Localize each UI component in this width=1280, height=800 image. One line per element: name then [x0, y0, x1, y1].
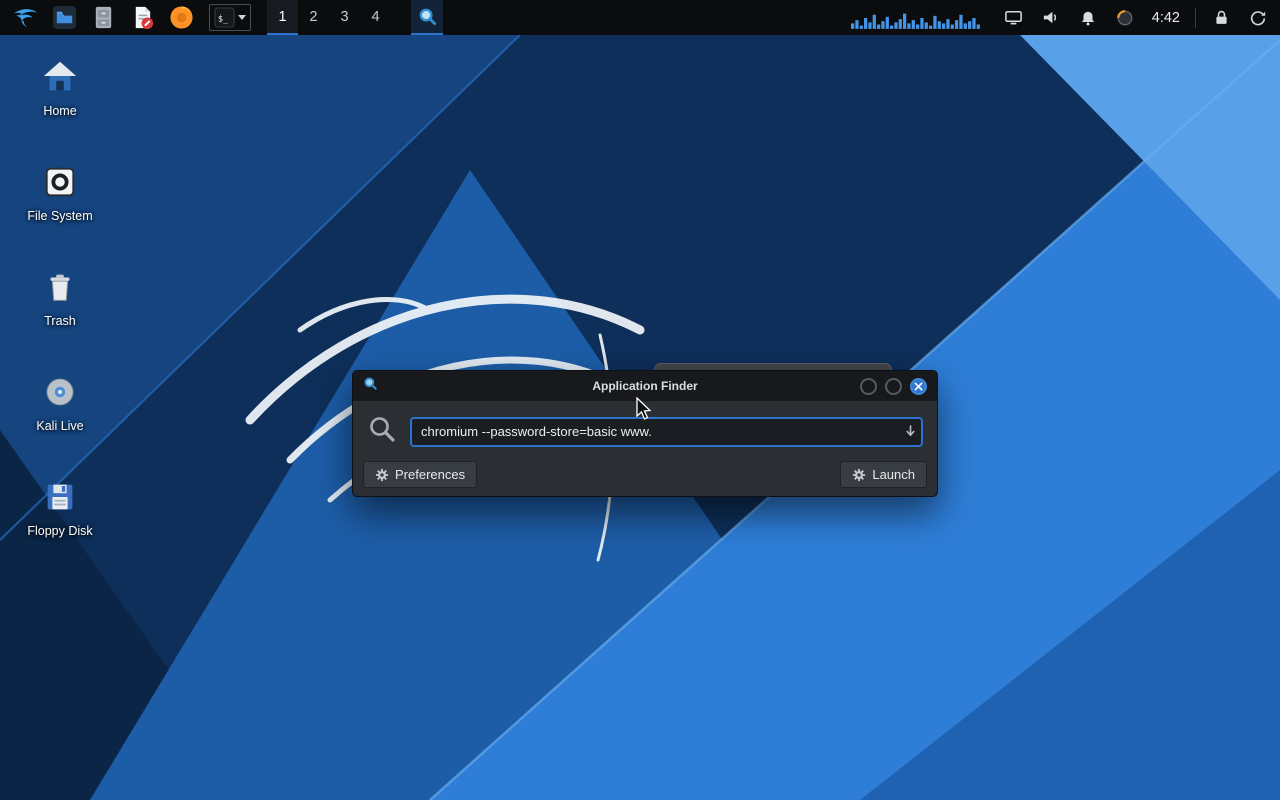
top-panel: $_ 1 2 3 4 4:42 — [0, 0, 1280, 35]
power-manager-icon[interactable] — [1113, 6, 1137, 30]
application-finder-window: Application Finder chromium --password-s… — [352, 370, 938, 497]
workspace-pager: 1 2 3 4 — [267, 0, 391, 35]
panel-launchers: $_ — [10, 1, 251, 34]
panel-separator — [1195, 7, 1196, 28]
floppy-icon — [40, 477, 80, 517]
chevron-down-icon — [238, 15, 246, 20]
terminal-launcher[interactable]: $_ — [209, 4, 251, 31]
terminal-icon: $_ — [214, 7, 235, 28]
kali-menu-icon[interactable] — [10, 1, 40, 34]
disc-icon — [40, 372, 80, 412]
text-editor-icon[interactable] — [127, 1, 157, 34]
search-icon — [367, 414, 397, 449]
desktop-screen: $_ 1 2 3 4 4:42 Home File System Trash K… — [0, 0, 1280, 800]
window-controls — [860, 377, 927, 395]
command-input[interactable] — [410, 416, 923, 447]
session-icon[interactable] — [1246, 6, 1270, 30]
file-manager-icon[interactable] — [49, 1, 79, 34]
drive-icon — [40, 162, 80, 202]
panel-tray: 4:42 — [850, 6, 1270, 30]
workspace-button-3[interactable]: 3 — [329, 0, 360, 35]
desktop-icon-list: Home File System Trash Kali Live Floppy … — [14, 57, 106, 538]
window-title: Application Finder — [592, 379, 698, 393]
desktop-icon-label: Trash — [44, 314, 76, 328]
desktop-icon-file-system[interactable]: File System — [14, 162, 106, 223]
launch-icon — [853, 468, 866, 481]
maximize-button[interactable] — [885, 377, 902, 395]
launch-button[interactable]: Launch — [840, 461, 927, 488]
desktop-icon-label: Home — [43, 104, 77, 118]
preferences-button[interactable]: Preferences — [363, 461, 478, 488]
finder-body: Preferences Launch — [353, 401, 937, 498]
command-input-wrap — [410, 416, 923, 447]
cpu-graph[interactable] — [850, 7, 981, 29]
svg-text:$_: $_ — [218, 14, 229, 24]
display-icon[interactable] — [1002, 6, 1026, 30]
trash-icon — [40, 267, 80, 307]
minimize-button[interactable] — [860, 377, 877, 395]
gear-icon — [375, 468, 389, 481]
app-finder-icon[interactable] — [411, 0, 443, 35]
file-cabinet-icon[interactable] — [88, 1, 118, 34]
desktop-icon-trash[interactable]: Trash — [14, 267, 106, 328]
close-button[interactable] — [910, 377, 927, 395]
preferences-label: Preferences — [395, 467, 466, 482]
home-icon — [40, 57, 80, 97]
desktop-icon-label: File System — [27, 209, 93, 223]
titlebar[interactable]: Application Finder — [353, 371, 937, 401]
desktop-icon-kali-live[interactable]: Kali Live — [14, 372, 106, 433]
firefox-icon[interactable] — [166, 1, 196, 34]
desktop-icon-label: Floppy Disk — [27, 524, 93, 538]
launch-label: Launch — [872, 467, 915, 482]
volume-icon[interactable] — [1039, 6, 1063, 30]
workspace-button-1[interactable]: 1 — [267, 0, 298, 35]
notifications-icon[interactable] — [1076, 6, 1100, 30]
clock[interactable]: 4:42 — [1150, 10, 1182, 26]
workspace-button-4[interactable]: 4 — [360, 0, 391, 35]
desktop-icon-floppy-disk[interactable]: Floppy Disk — [14, 477, 106, 538]
window-search-icon — [363, 376, 378, 396]
dropdown-arrow-icon[interactable] — [905, 424, 916, 443]
workspace-button-2[interactable]: 2 — [298, 0, 329, 35]
desktop-icon-label: Kali Live — [36, 419, 84, 433]
lock-icon[interactable] — [1209, 6, 1233, 30]
close-icon — [914, 382, 923, 390]
desktop-icon-home[interactable]: Home — [14, 57, 106, 118]
